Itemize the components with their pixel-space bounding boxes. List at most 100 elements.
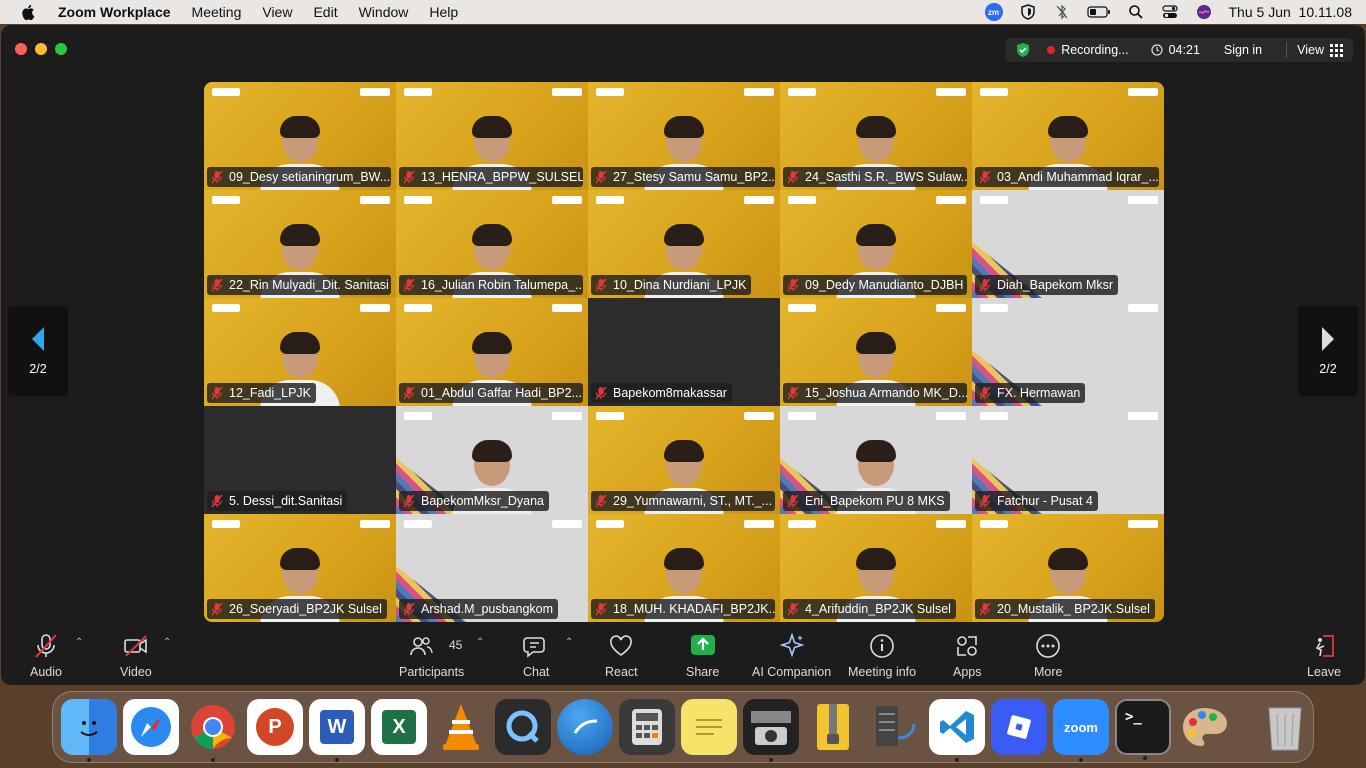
menubar-clock[interactable]: Thu 5 Jun 10.11.08 — [1229, 4, 1353, 20]
participant-name-text: 26_Soeryadi_BP2JK Sulsel — [229, 602, 382, 616]
next-page-button[interactable]: 2/2 — [1298, 306, 1358, 396]
participant-name: 09_Desy setianingrum_BW... — [207, 167, 391, 187]
mikrotik-icon[interactable] — [557, 699, 613, 755]
participant-tile[interactable]: 01_Abdul Gaffar Hadi_BP2... — [396, 298, 588, 406]
chrome-icon[interactable] — [185, 699, 241, 762]
audio-options-caret[interactable]: ⌃ — [75, 637, 83, 648]
recording-dot — [1047, 46, 1056, 54]
participant-tile[interactable]: 29_Yumnawarni, ST., MT._... — [588, 406, 780, 514]
menu-edit[interactable]: Edit — [313, 4, 337, 20]
siri-icon[interactable] — [1195, 4, 1213, 20]
participant-tile[interactable]: 10_Dina Nurdiani_LPJK — [588, 190, 780, 298]
photo-booth-icon[interactable] — [743, 699, 799, 762]
participant-tile[interactable]: Diah_Bapekom Mksr — [972, 190, 1164, 298]
participant-tile[interactable]: 03_Andi Muhammad Iqrar_... — [972, 82, 1164, 190]
event-logo — [404, 88, 432, 96]
archive-utility-icon[interactable] — [805, 699, 861, 755]
stickies-icon[interactable] — [681, 699, 737, 755]
participant-tile[interactable]: 4_Arifuddin_BP2JK Sulsel — [780, 514, 972, 622]
leave-button[interactable]: Leave — [1307, 633, 1341, 679]
view-button[interactable]: View — [1297, 43, 1324, 57]
grid-view-icon[interactable] — [1330, 43, 1343, 57]
shield-icon[interactable] — [1019, 4, 1037, 20]
participant-tile[interactable]: 12_Fadi_LPJK — [204, 298, 396, 406]
participant-tile[interactable]: 22_Rin Mulyadi_Dit. Sanitasi — [204, 190, 396, 298]
finder-icon[interactable] — [61, 699, 117, 762]
event-logo — [980, 520, 1008, 528]
minimize-window-button[interactable] — [35, 43, 47, 55]
quicktime-icon[interactable] — [495, 699, 551, 755]
participant-tile[interactable]: 24_Sasthi S.R._BWS Sulaw... — [780, 82, 972, 190]
participant-tile[interactable]: 09_Desy setianingrum_BW... — [204, 82, 396, 190]
chat-button[interactable]: Chat — [523, 633, 549, 679]
video-button[interactable]: Video — [120, 633, 152, 679]
sparkle-icon — [779, 633, 805, 658]
share-button[interactable]: Share — [686, 633, 719, 679]
participant-tile[interactable]: 13_HENRA_BPPW_SULSEL — [396, 82, 588, 190]
close-window-button[interactable] — [15, 43, 27, 55]
menu-view[interactable]: View — [262, 4, 292, 20]
audio-button[interactable]: Audio — [30, 633, 62, 679]
control-center-icon[interactable] — [1161, 4, 1179, 20]
ai-companion-button[interactable]: AI Companion — [752, 633, 831, 679]
powerpoint-icon[interactable]: P — [247, 699, 303, 755]
previous-page-button[interactable]: 2/2 — [8, 306, 68, 396]
video-options-caret[interactable]: ⌃ — [163, 637, 171, 648]
window-controls — [15, 43, 67, 55]
participant-tile[interactable]: 5. Dessi_dit.Sanitasi — [204, 406, 396, 514]
search-icon[interactable] — [1127, 4, 1145, 20]
participants-options-caret[interactable]: ⌃ — [476, 637, 484, 648]
trash-icon[interactable] — [1257, 699, 1313, 755]
color-palette-icon[interactable] — [1177, 699, 1233, 755]
bluetooth-off-icon[interactable] — [1053, 4, 1071, 20]
menu-window[interactable]: Window — [359, 4, 409, 20]
institution-logo — [980, 196, 1008, 204]
event-logo — [360, 304, 390, 312]
calculator-icon[interactable] — [619, 699, 675, 755]
participant-name-text: 18_MUH. KHADAFI_BP2JK... — [613, 602, 775, 616]
sign-in-button[interactable]: Sign in — [1224, 43, 1262, 57]
participant-tile[interactable]: 18_MUH. KHADAFI_BP2JK... — [588, 514, 780, 622]
participant-name-text: Arshad.M_pusbangkom — [421, 602, 554, 616]
roblox-icon[interactable] — [991, 699, 1047, 755]
participant-tile[interactable]: Bapekom8makassar — [588, 298, 780, 406]
vscode-icon[interactable] — [929, 699, 985, 762]
word-icon[interactable]: W — [309, 699, 365, 762]
mic-muted-icon — [787, 602, 799, 616]
participant-tile[interactable]: 27_Stesy Samu Samu_BP2... — [588, 82, 780, 190]
participant-tile[interactable]: FX. Hermawan — [972, 298, 1164, 406]
excel-icon[interactable]: X — [371, 699, 427, 755]
recording-status[interactable]: Recording... — [1061, 43, 1128, 57]
participant-name: 22_Rin Mulyadi_Dit. Sanitasi — [207, 275, 391, 295]
participant-tile[interactable]: 20_Mustalik_ BP2JK.Sulsel — [972, 514, 1164, 622]
menu-help[interactable]: Help — [429, 4, 458, 20]
react-button[interactable]: React — [605, 633, 638, 679]
meeting-info-button[interactable]: Meeting info — [848, 633, 916, 679]
zoom-status-icon[interactable]: zm — [984, 3, 1003, 21]
participant-name-text: 15_Joshua Armando MK_D... — [805, 386, 967, 400]
terminal-icon[interactable]: >_ — [1115, 699, 1171, 760]
menu-app-name[interactable]: Zoom Workplace — [58, 4, 171, 20]
vlc-icon[interactable] — [433, 699, 489, 755]
more-button[interactable]: More — [1034, 633, 1062, 679]
mic-muted-icon — [403, 494, 415, 508]
participant-tile[interactable]: 16_Julian Robin Talumepa_... — [396, 190, 588, 298]
security-shield-icon[interactable] — [1015, 42, 1031, 58]
zoom-icon[interactable]: zoom — [1053, 699, 1109, 762]
battery-icon[interactable] — [1086, 4, 1111, 20]
participant-name-text: 20_Mustalik_ BP2JK.Sulsel — [997, 602, 1150, 616]
menu-meeting[interactable]: Meeting — [192, 4, 242, 20]
participant-tile[interactable]: 09_Dedy Manudianto_DJBH — [780, 190, 972, 298]
participant-tile[interactable]: 26_Soeryadi_BP2JK Sulsel — [204, 514, 396, 622]
network-utility-icon[interactable] — [867, 699, 923, 755]
apps-button[interactable]: Apps — [953, 633, 982, 679]
participant-tile[interactable]: 15_Joshua Armando MK_D... — [780, 298, 972, 406]
apple-icon[interactable] — [20, 3, 38, 21]
chat-options-caret[interactable]: ⌃ — [565, 637, 573, 648]
participant-tile[interactable]: BapekomMksr_Dyana — [396, 406, 588, 514]
participant-tile[interactable]: Arshad.M_pusbangkom — [396, 514, 588, 622]
zoom-window-button[interactable] — [55, 43, 67, 55]
participant-tile[interactable]: Fatchur - Pusat 4 — [972, 406, 1164, 514]
safari-icon[interactable] — [123, 699, 179, 755]
participant-tile[interactable]: Eni_Bapekom PU 8 MKS — [780, 406, 972, 514]
